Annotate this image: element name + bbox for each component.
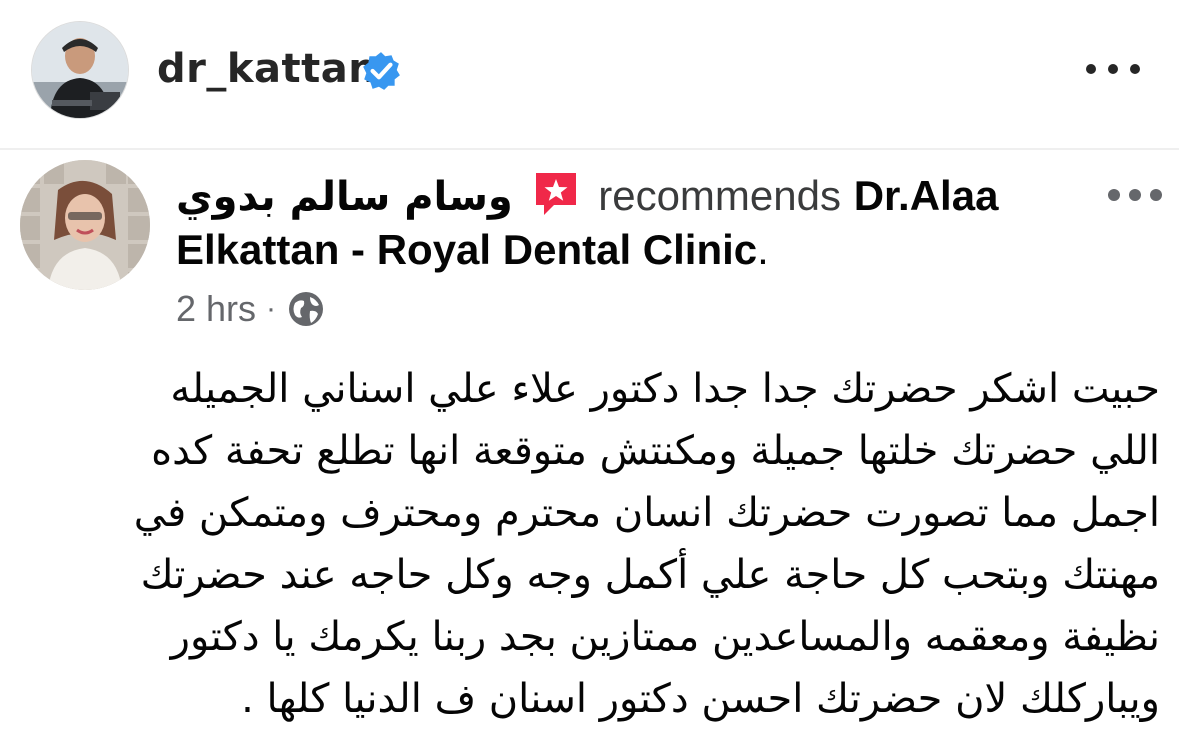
avatar-image <box>32 22 128 118</box>
globe-icon[interactable] <box>286 289 326 329</box>
post-body-line: حبيت اشكر حضرتك جدا جدا دكتور علاء علي ا… <box>170 366 1160 412</box>
author-avatar[interactable] <box>20 160 150 290</box>
dot-icon <box>1130 64 1140 74</box>
instagram-header: dr_kattan <box>0 0 1179 140</box>
post-body-line: اجمل مما تصورت حضرتك انسان محترم ومحترف … <box>133 490 1160 536</box>
dot-icon <box>1150 189 1162 201</box>
post-header-line: وسام سالم بدوي recommends Dr.Alaa <box>176 168 1076 224</box>
dot-icon <box>1086 64 1096 74</box>
post-meta: 2 hrs · <box>176 284 326 334</box>
meta-separator: · <box>266 292 277 325</box>
post-body-line: نظيفة ومعقمه والمساعدين ممتازين بجد ربنا… <box>170 614 1160 660</box>
post-body-line: اللي حضرتك خلتها جميلة ومكنتش متوقعة انه… <box>151 428 1160 474</box>
verified-badge-icon <box>363 52 400 90</box>
page-name-period: . <box>757 226 769 273</box>
dot-icon <box>1108 189 1120 201</box>
recommendation-badge-icon <box>535 173 576 215</box>
divider <box>0 148 1179 150</box>
page-name-part1[interactable]: Dr.Alaa <box>854 172 999 219</box>
dot-icon <box>1129 189 1141 201</box>
post-more-options-button[interactable] <box>1108 186 1162 204</box>
recommends-text: recommends <box>598 172 841 219</box>
page-name-line[interactable]: Elkattan - Royal Dental Clinic. <box>176 224 769 276</box>
profile-username[interactable]: dr_kattan <box>157 46 377 92</box>
profile-avatar[interactable] <box>32 22 128 118</box>
post-body-line: مهنتك وبتحب كل حاجة علي أكمل وجه وكل حاج… <box>140 552 1160 598</box>
dot-icon <box>1108 64 1118 74</box>
author-photo <box>20 160 150 290</box>
author-name[interactable]: وسام سالم بدوي <box>176 174 513 220</box>
post-time[interactable]: 2 hrs <box>176 284 256 334</box>
more-options-button[interactable] <box>1086 60 1140 78</box>
post-body: حبيت اشكر حضرتك جدا جدا دكتور علاء علي ا… <box>34 358 1160 738</box>
page-name-part2[interactable]: Elkattan - Royal Dental Clinic <box>176 226 757 273</box>
post-body-line: ويباركلك لان حضرتك احسن دكتور اسنان ف ال… <box>241 676 1160 722</box>
